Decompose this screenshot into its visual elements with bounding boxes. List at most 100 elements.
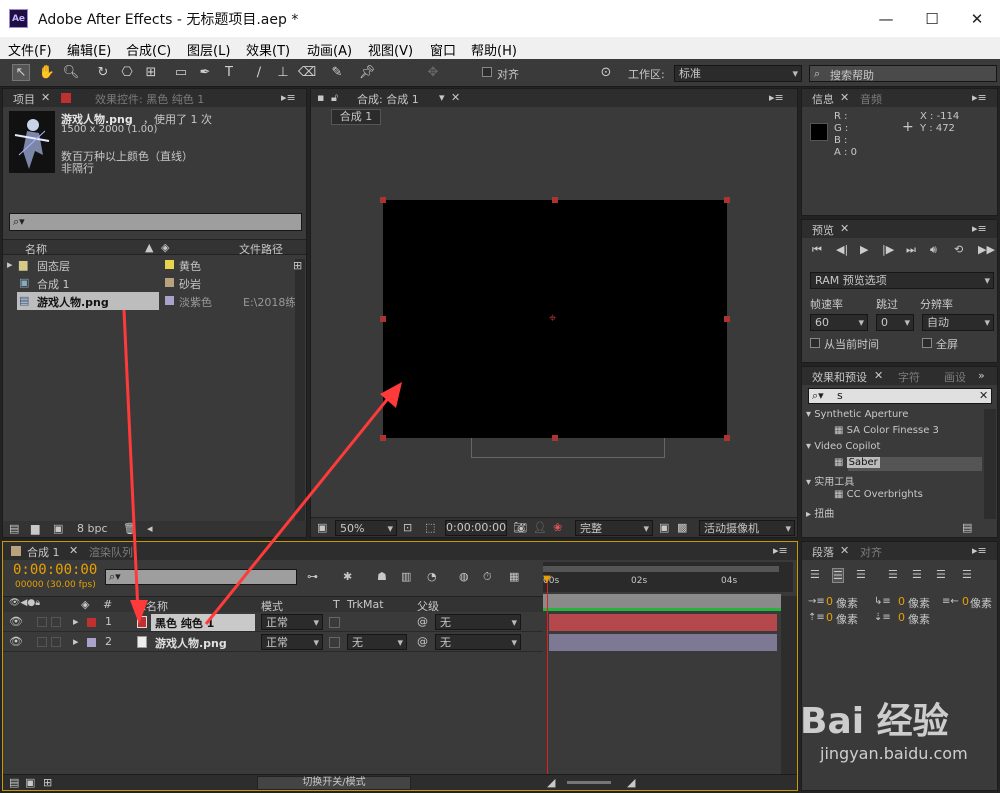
- project-scrollbar[interactable]: [295, 259, 305, 527]
- switches-icon[interactable]: ▤: [9, 776, 19, 789]
- close-icon[interactable]: ✕: [41, 91, 50, 104]
- tab-composition[interactable]: 合成: 合成 1: [357, 91, 419, 107]
- work-area-range[interactable]: [543, 594, 781, 608]
- close-icon[interactable]: ✕: [840, 91, 849, 104]
- play-icon[interactable]: ▶: [860, 243, 868, 256]
- new-preset-icon[interactable]: ▤: [962, 521, 972, 534]
- rotate-tool-icon[interactable]: ↻: [94, 64, 112, 81]
- preserve-transparency-switch[interactable]: [329, 617, 340, 628]
- layer-mode-select[interactable]: 正常: [261, 614, 323, 630]
- frame-blending-icon[interactable]: ▥: [401, 570, 411, 583]
- last-frame-icon[interactable]: ⏭: [906, 243, 916, 257]
- interpret-footage-icon[interactable]: ▤: [9, 522, 19, 535]
- preserve-transparency-switch[interactable]: [329, 637, 340, 648]
- brush-tool-icon[interactable]: ∕: [250, 64, 268, 81]
- tab-paragraph-settings[interactable]: 画设: [944, 369, 966, 385]
- text-tool-icon[interactable]: T: [220, 64, 238, 81]
- lock-icon[interactable]: 🔓︎: [331, 91, 338, 105]
- parent-select[interactable]: 无: [435, 634, 521, 650]
- roto-brush-tool-icon[interactable]: ✎: [328, 64, 346, 81]
- transform-handle[interactable]: [724, 197, 730, 203]
- comp-breadcrumb[interactable]: 合成 1: [331, 109, 381, 125]
- menu-animation[interactable]: 动画(A): [307, 40, 352, 59]
- align-left-icon[interactable]: ☰: [810, 568, 820, 581]
- panel-menu-icon[interactable]: ▸≡: [281, 91, 296, 104]
- brainstorm-icon[interactable]: ▦: [509, 570, 519, 583]
- lock-switch[interactable]: [51, 637, 61, 647]
- camera-select[interactable]: 活动摄像机: [699, 520, 795, 536]
- indent-first-value[interactable]: 0: [898, 595, 905, 608]
- transform-handle[interactable]: [724, 435, 730, 441]
- magnification-select[interactable]: 50%: [335, 520, 397, 536]
- close-icon[interactable]: ✕: [874, 369, 883, 382]
- justify-all-icon[interactable]: ☰: [962, 568, 972, 581]
- next-frame-icon[interactable]: |▶: [882, 243, 894, 256]
- transform-handle[interactable]: [380, 316, 386, 322]
- effects-group[interactable]: ▾ Synthetic Aperture: [806, 409, 908, 420]
- timeline-search-input[interactable]: ⌕▾: [105, 569, 297, 585]
- minimize-button[interactable]: —: [863, 0, 909, 37]
- tab-align[interactable]: 对齐: [860, 544, 882, 560]
- vr-goggles-icon[interactable]: ⊙: [597, 64, 615, 81]
- maximize-button[interactable]: ☐: [909, 0, 955, 37]
- clear-search-icon[interactable]: ✕: [979, 389, 988, 402]
- layer-label-swatch[interactable]: [87, 638, 96, 647]
- justify-center-icon[interactable]: ☰: [912, 568, 922, 581]
- effect-item[interactable]: ▦ CC Overbrights: [834, 489, 923, 500]
- tab-preview[interactable]: 预览: [812, 222, 834, 238]
- current-time-field[interactable]: 0:00:00:00: [445, 520, 507, 536]
- anchor-point-icon[interactable]: ⌖: [549, 311, 556, 326]
- always-preview-icon[interactable]: ▣: [317, 521, 327, 534]
- visibility-eye-icon[interactable]: 👁︎: [9, 615, 23, 628]
- workspace-select[interactable]: 标准: [674, 65, 802, 82]
- effects-scrollbar[interactable]: [984, 409, 996, 519]
- ram-preview-options-select[interactable]: RAM 预览选项: [810, 272, 994, 289]
- tab-info[interactable]: 信息: [812, 91, 834, 107]
- new-folder-icon[interactable]: ▆: [31, 522, 39, 535]
- panel-menu-icon[interactable]: ▸≡: [972, 222, 987, 235]
- eraser-tool-icon[interactable]: ⌫: [298, 64, 316, 81]
- sort-up-icon[interactable]: ▲: [145, 241, 153, 254]
- close-icon[interactable]: ✕: [840, 544, 849, 557]
- layer-row[interactable]: 👁︎ ▸ 2 游戏人物.png 正常 无 @ 无: [3, 633, 543, 652]
- graph-editor-icon[interactable]: ◍: [459, 570, 469, 583]
- rectangle-tool-icon[interactable]: ▭: [172, 64, 190, 81]
- label-swatch[interactable]: [165, 278, 174, 287]
- layer-name[interactable]: 游戏人物.png: [155, 635, 227, 651]
- pick-whip-icon[interactable]: @: [417, 615, 428, 628]
- effects-group[interactable]: ▸ 扭曲: [806, 505, 834, 520]
- label-tag-icon[interactable]: ◈: [161, 241, 169, 254]
- more-tabs-icon[interactable]: »: [978, 369, 985, 382]
- label-swatch[interactable]: [165, 296, 174, 305]
- stopwatch-icon[interactable]: ⏱: [483, 570, 492, 584]
- comp-dropdown-icon[interactable]: ▾: [439, 91, 445, 104]
- solo-switch[interactable]: [37, 617, 47, 627]
- align-checkbox[interactable]: [482, 67, 492, 77]
- effects-group[interactable]: ▾ 实用工具: [806, 473, 854, 488]
- comp-mini-flowchart-icon[interactable]: ⊶: [307, 570, 318, 583]
- align-center-icon[interactable]: ☰: [832, 568, 844, 583]
- camera-tool-icon[interactable]: ⎔: [118, 64, 136, 81]
- safe-zones-icon[interactable]: ⬚: [425, 521, 435, 534]
- align-right-icon[interactable]: ☰: [856, 568, 866, 581]
- col-file-path[interactable]: 文件路径: [239, 241, 283, 257]
- pick-whip-icon[interactable]: @: [417, 635, 428, 648]
- layer-duration-bar[interactable]: [549, 634, 777, 651]
- new-composition-icon[interactable]: ▣: [53, 522, 63, 535]
- effects-group[interactable]: ▾ Video Copilot: [806, 441, 880, 452]
- resolution-select[interactable]: 完整: [575, 520, 653, 536]
- justify-right-icon[interactable]: ☰: [936, 568, 946, 581]
- time-ruler[interactable]: 00s 02s 04s: [543, 562, 793, 592]
- modes-icon[interactable]: ▣: [25, 776, 35, 789]
- menu-edit[interactable]: 编辑(E): [67, 40, 111, 59]
- puppet-pin-tool-icon[interactable]: 📌︎: [358, 64, 376, 81]
- panel-drag-icon[interactable]: ▪: [317, 91, 324, 104]
- clone-stamp-tool-icon[interactable]: ⊥: [274, 64, 292, 81]
- lock-switch[interactable]: [51, 617, 61, 627]
- tab-character[interactable]: 字符: [898, 369, 920, 385]
- scroll-left-icon[interactable]: ◂: [147, 522, 153, 535]
- close-icon[interactable]: ✕: [840, 222, 849, 235]
- layer-duration-bar[interactable]: [549, 614, 777, 631]
- fit-icon[interactable]: ⊡: [403, 521, 412, 534]
- zoom-tool-icon[interactable]: 🔍︎: [62, 64, 80, 81]
